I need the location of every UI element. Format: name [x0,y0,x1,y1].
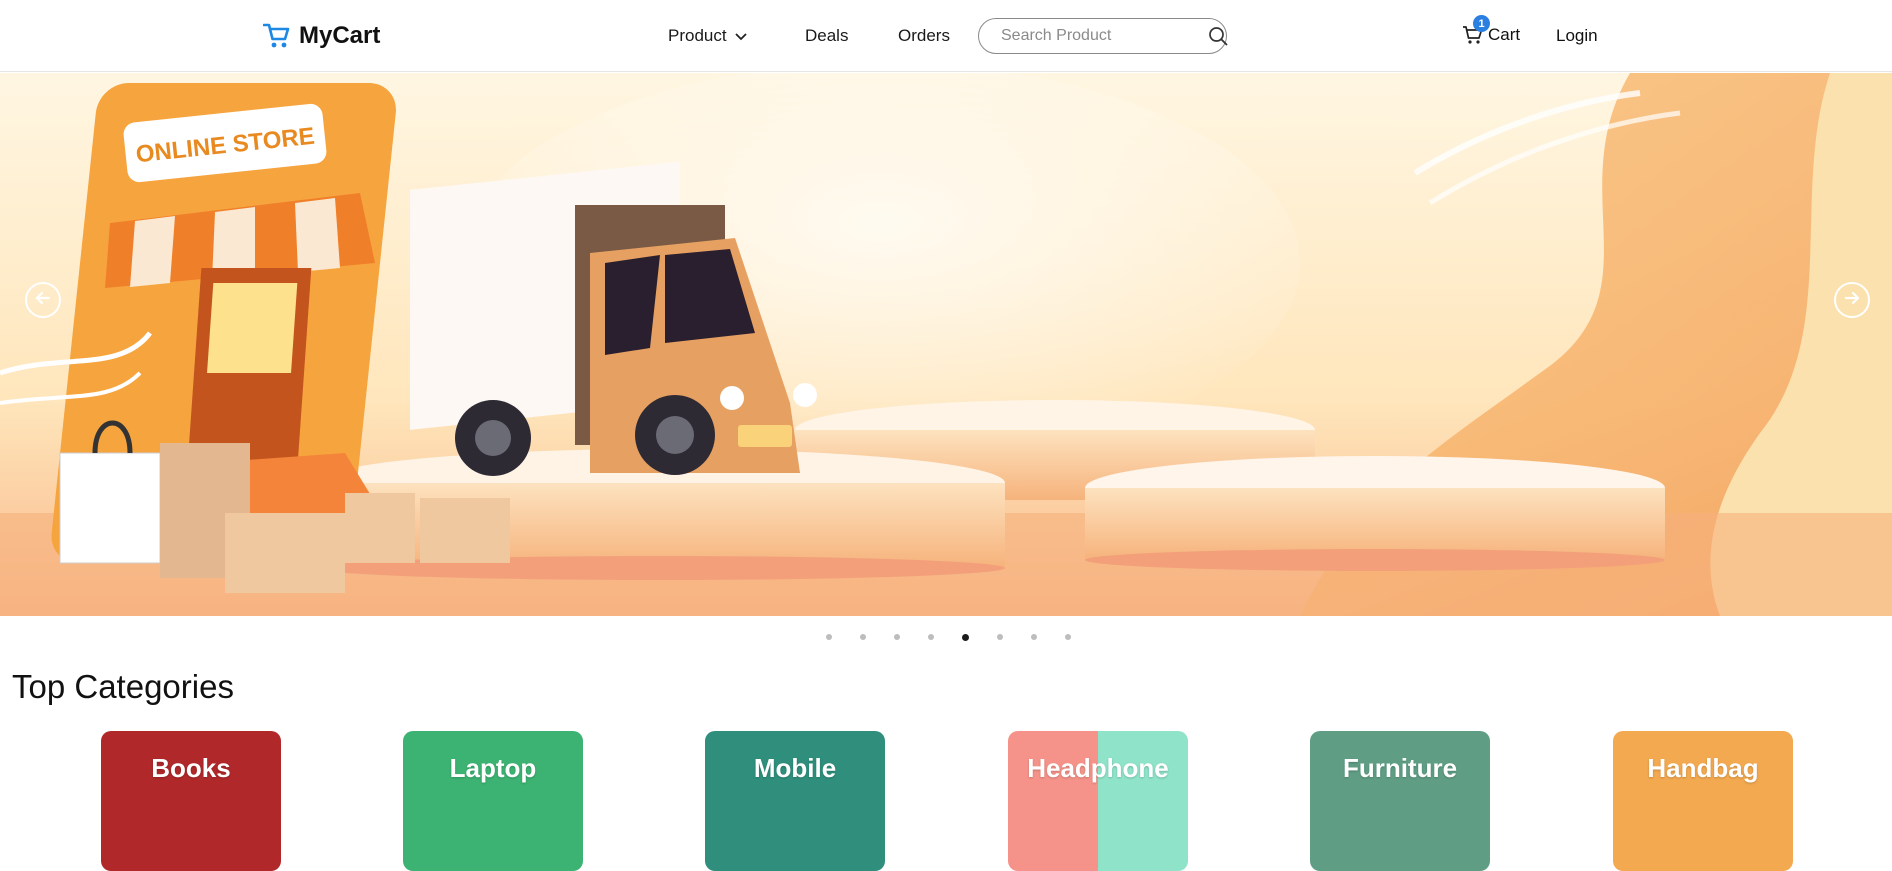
category-card-books[interactable]: Books [101,731,281,871]
category-card-furniture[interactable]: Furniture [1310,731,1490,871]
carousel-prev-button[interactable] [25,282,61,318]
category-card-mobile[interactable]: Mobile [705,731,885,871]
carousel-dot[interactable] [826,634,832,640]
carousel-dot[interactable] [962,634,969,641]
category-card-headphone[interactable]: Headphone [1008,731,1188,871]
carousel-dot[interactable] [997,634,1003,640]
brand-name: MyCart [299,22,381,49]
category-card-laptop[interactable]: Laptop [403,731,583,871]
carousel-dot[interactable] [1065,634,1071,640]
nav-orders-link[interactable]: Orders [898,26,950,46]
arrow-right-icon [1842,288,1862,313]
category-label: Mobile [753,753,837,783]
carousel-next-button[interactable] [1834,282,1870,318]
category-label: Furniture [1342,753,1458,783]
category-label: Handbag [1647,753,1759,783]
category-label: Laptop [449,753,537,783]
carousel-indicators [826,634,1071,641]
search-box [978,18,1228,54]
carousel-dot[interactable] [894,634,900,640]
chevron-down-icon [734,26,747,46]
cart-label: Cart [1488,25,1521,44]
cart-link[interactable]: 1 Cart [1462,15,1521,46]
brand-logo[interactable]: MyCart [263,20,380,52]
login-link[interactable]: Login [1556,26,1598,46]
category-label: Books [151,753,231,783]
carousel-dot[interactable] [860,634,866,640]
carousel-dot[interactable] [1031,634,1037,640]
category-label: Headphone [1027,753,1169,783]
cart-logo-icon [263,23,291,49]
category-list: Books Laptop Mobile Headphone Furniture Handb… [0,731,1892,871]
nav-product-label: Product [668,26,727,45]
hero-banner-image: ONLINE STORE [0,73,1892,616]
section-title: Top Categories [12,668,234,705]
search-input[interactable] [1001,27,1208,45]
nav-product-dropdown[interactable]: Product [668,26,747,46]
carousel-dot[interactable] [928,634,934,640]
arrow-left-icon [33,288,53,313]
category-card-handbag[interactable]: Handbag [1613,731,1793,871]
navbar: MyCart Product Deals Orders 1 Cart Login [0,0,1892,72]
cart-icon: 1 [1462,15,1490,46]
cart-count-badge: 1 [1473,15,1490,32]
nav-deals-link[interactable]: Deals [805,26,848,46]
hero-carousel: ONLINE STORE [0,73,1892,616]
search-icon[interactable] [1208,24,1228,48]
